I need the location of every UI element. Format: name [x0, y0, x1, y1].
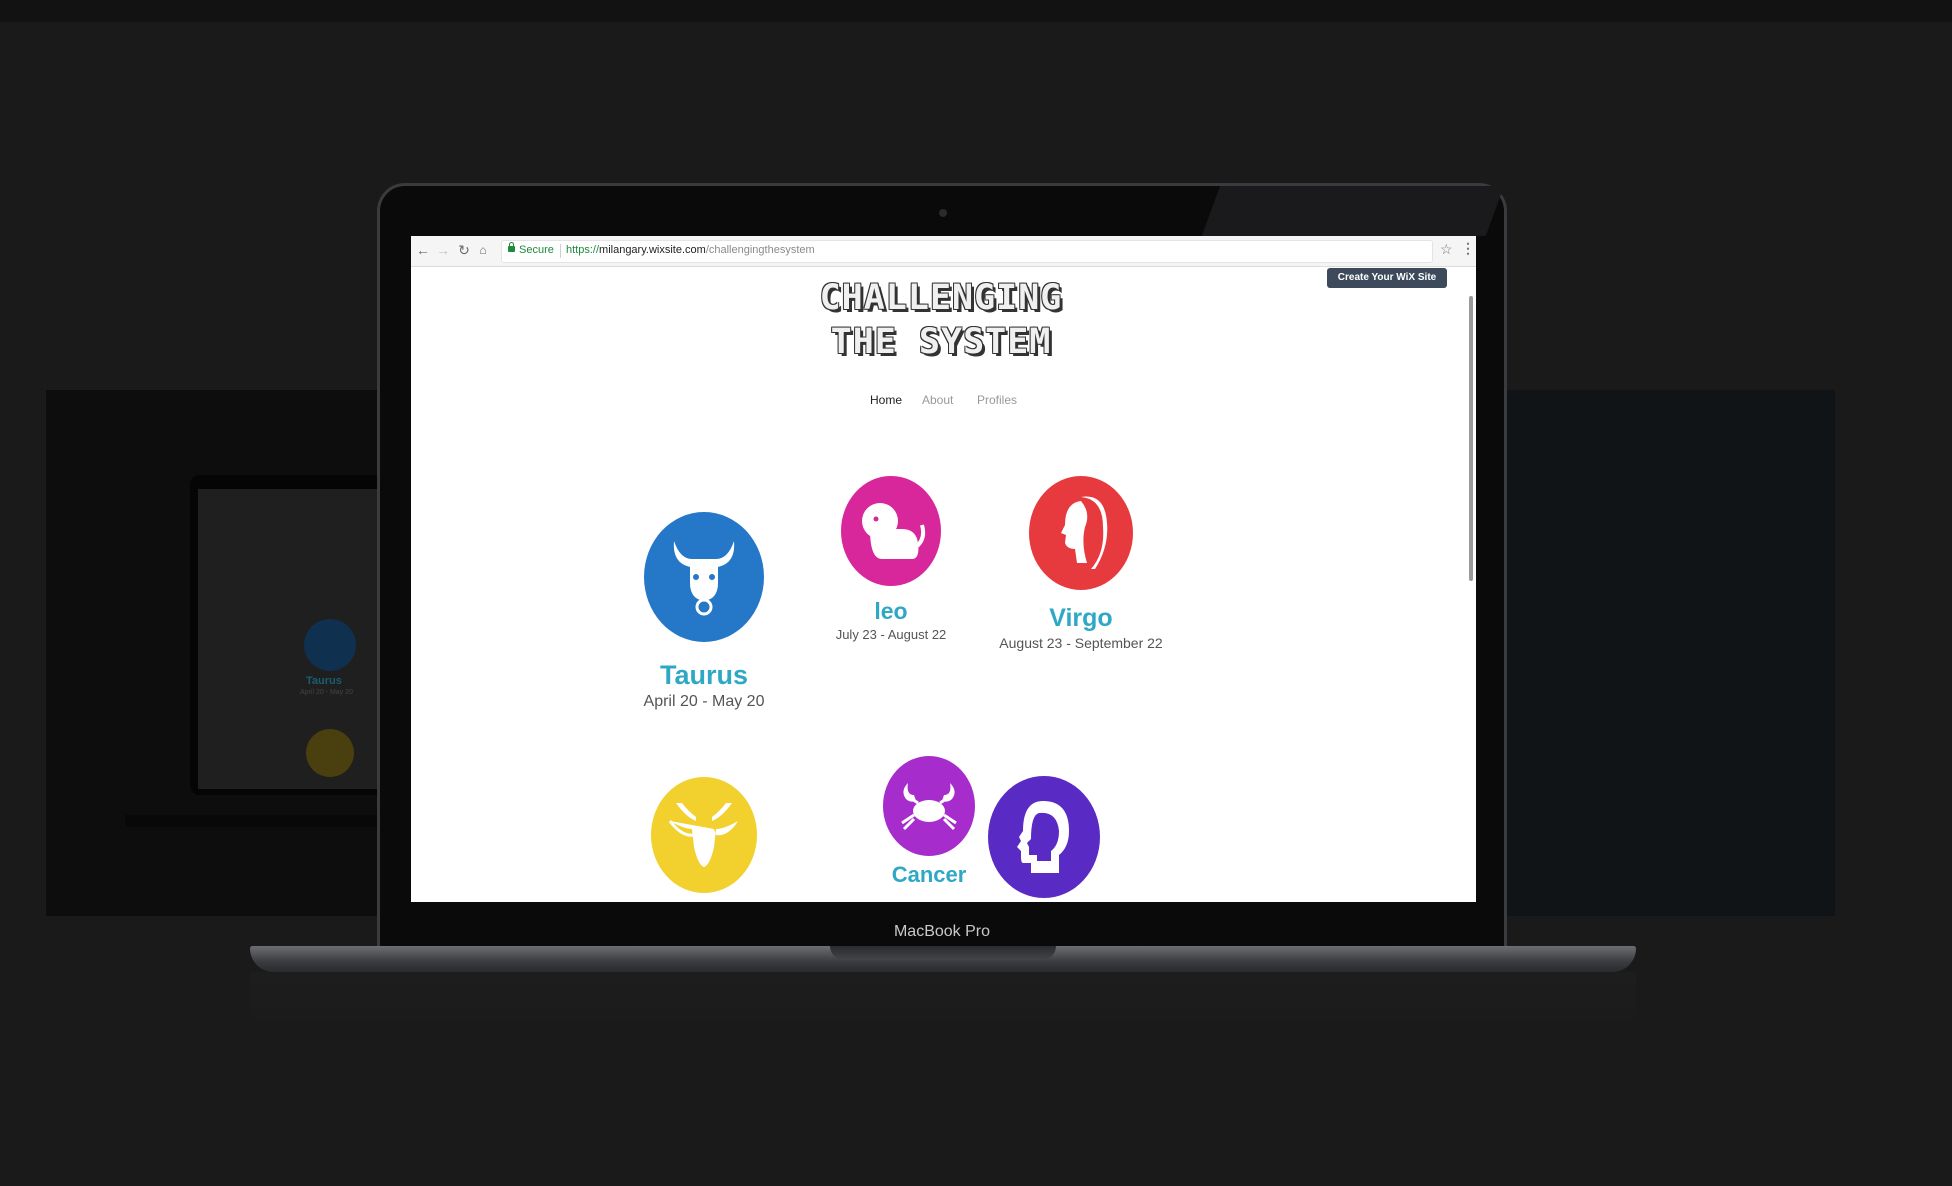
url-path: /challengingthesystem: [705, 244, 815, 256]
create-wix-site-button[interactable]: Create Your WiX Site: [1327, 268, 1447, 288]
head-profile-icon[interactable]: [988, 776, 1100, 898]
sign-name: Virgo: [1049, 604, 1113, 632]
site-title-line1: CHALLENGING: [819, 278, 1063, 318]
background-panel-right: [1505, 390, 1835, 916]
sign-dates: August 23 - September 22: [999, 635, 1163, 651]
top-bar: [0, 0, 1952, 22]
forward-arrow-icon[interactable]: →: [435, 242, 451, 258]
back-arrow-icon[interactable]: ←: [415, 242, 431, 258]
camera: [939, 209, 947, 217]
lion-icon[interactable]: [841, 476, 941, 586]
background-taurus-icon: [304, 619, 356, 671]
sign-dates: April 20 - May 20: [643, 693, 765, 710]
address-divider: [560, 244, 561, 258]
lion-glyph: [862, 503, 926, 559]
maiden-icon[interactable]: [1029, 476, 1133, 590]
crab-glyph: [901, 783, 957, 831]
url-scheme: https://: [566, 244, 600, 256]
laptop-shadow: [250, 972, 1636, 1032]
sign-virgo[interactable]: Virgo August 23 - September 22: [951, 476, 1211, 651]
kebab-menu-icon[interactable]: ⋮: [1461, 240, 1475, 257]
background-laptop: Taurus April 20 - May 20: [190, 475, 390, 795]
goat-glyph: [668, 803, 738, 867]
address-bar[interactable]: Secure https://milangary.wixsite.com/cha…: [501, 240, 1433, 263]
home-icon[interactable]: ⌂: [475, 242, 491, 258]
url-host: milangary.wixsite.com: [599, 244, 706, 256]
goat-icon[interactable]: [651, 777, 757, 893]
nav-about[interactable]: About: [922, 393, 953, 407]
background-laptop-base: [125, 815, 385, 827]
lock-icon: [508, 242, 515, 252]
browser-toolbar: ← → ↻ ⌂ Secure https://milangary.wixsite…: [411, 236, 1476, 267]
star-icon[interactable]: ☆: [1440, 241, 1453, 258]
maiden-glyph: [1061, 496, 1108, 569]
sign-name: Taurus: [659, 660, 748, 690]
laptop-screen: ← → ↻ ⌂ Secure https://milangary.wixsite…: [411, 236, 1476, 902]
laptop-notch: [830, 946, 1056, 960]
bull-glyph: [673, 541, 735, 616]
secure-label: Secure: [519, 244, 554, 256]
crab-icon[interactable]: [883, 756, 975, 856]
background-sign-dates: April 20 - May 20: [300, 689, 353, 696]
sign-capricorn[interactable]: [644, 777, 764, 893]
head-profile-glyph: [1017, 801, 1069, 873]
site-title-line2: THE SYSTEM: [830, 322, 1052, 362]
background-sign-name: Taurus: [306, 675, 342, 687]
nav-profiles[interactable]: Profiles: [977, 393, 1017, 407]
background-capricorn-icon: [306, 729, 354, 777]
sign-head-profile[interactable]: [974, 776, 1114, 898]
nav-home[interactable]: Home: [870, 393, 902, 407]
sign-taurus[interactable]: Taurus April 20 - May 20: [624, 512, 784, 711]
model-label: MacBook Pro: [893, 923, 991, 940]
background-laptop-screen: Taurus April 20 - May 20: [198, 489, 382, 789]
site-title: CHALLENGING THE SYSTEM: [791, 276, 1091, 364]
page-scrollbar[interactable]: [1469, 296, 1473, 581]
url-text: https://milangary.wixsite.com/challengin…: [566, 244, 815, 256]
bull-icon[interactable]: [644, 512, 764, 642]
reload-icon[interactable]: ↻: [456, 242, 472, 258]
screen-glare: [1201, 186, 1504, 236]
